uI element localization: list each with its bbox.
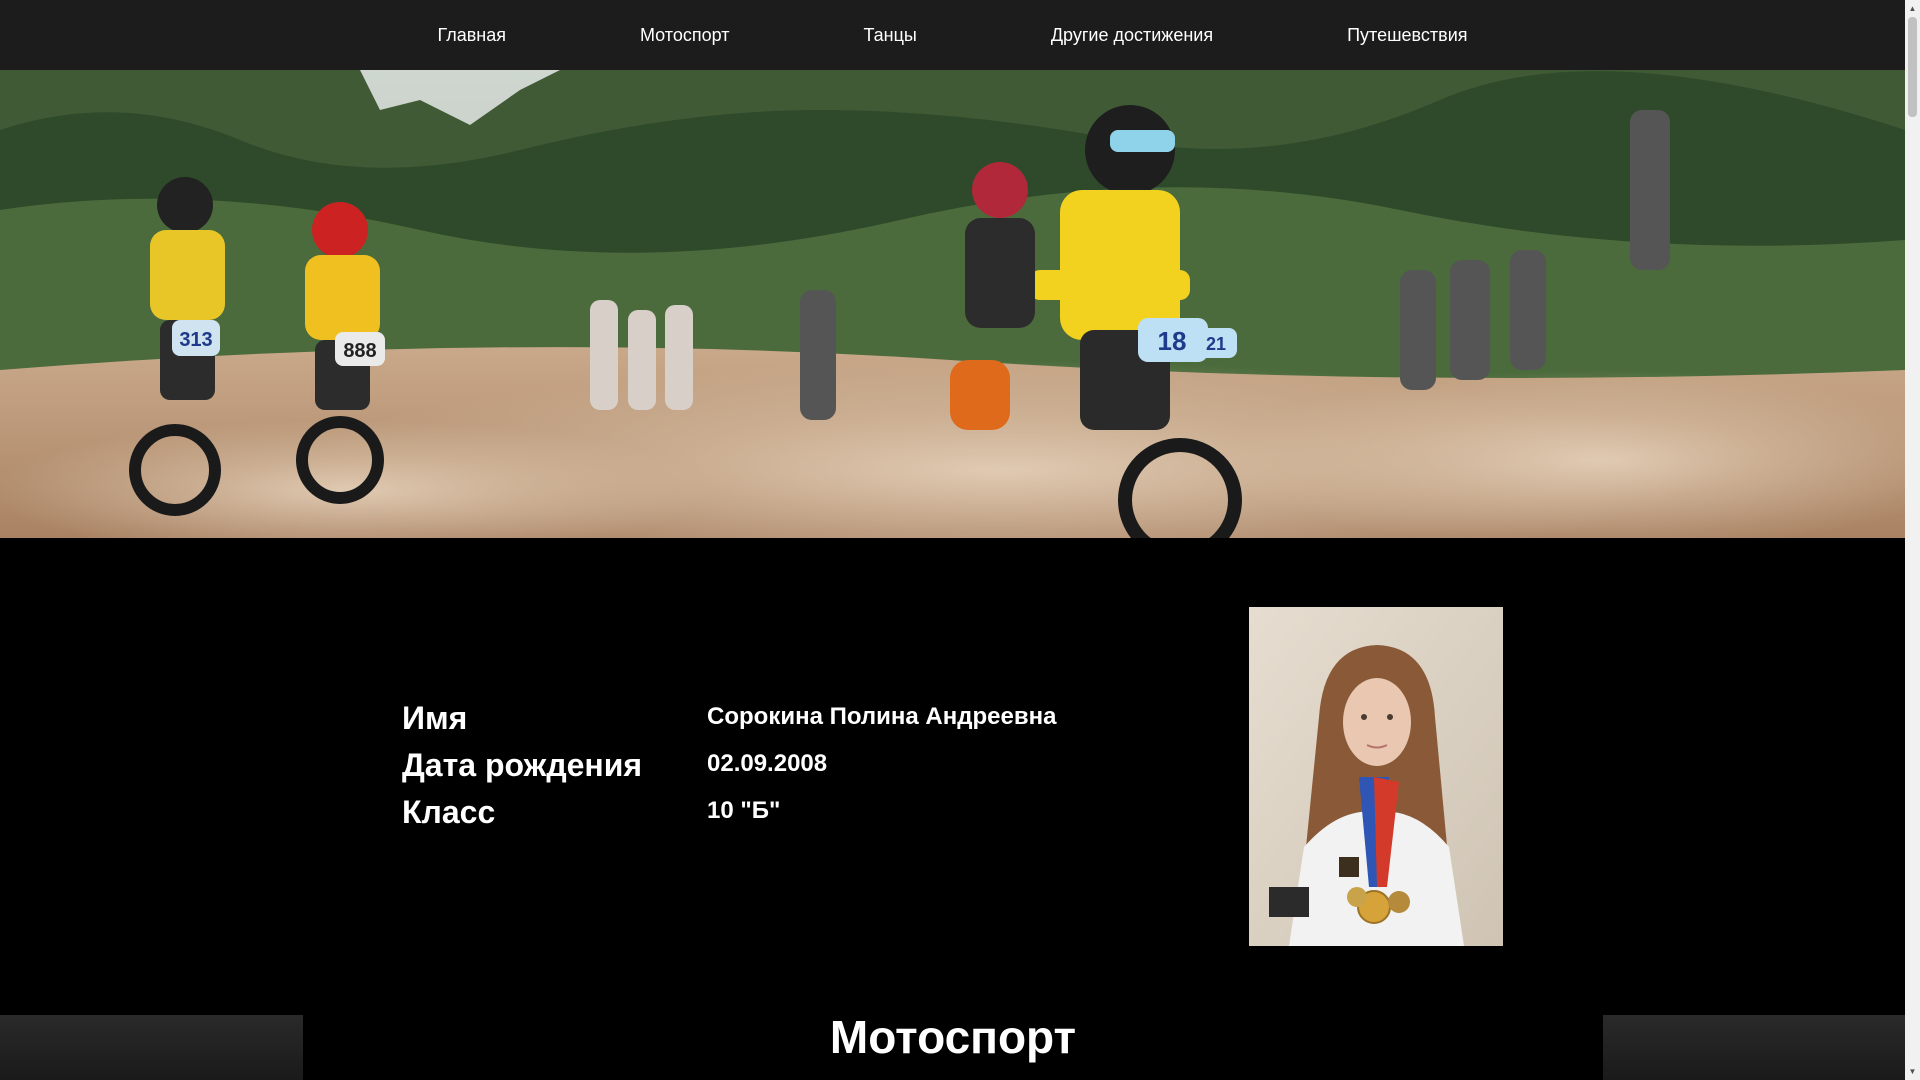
section-side-panel-left [0,1015,303,1080]
section-title-motorsport: Мотоспорт [829,1011,1077,1063]
profile-photo [1249,607,1503,946]
profile-value-class: 10 "Б" [707,797,781,824]
profile-label-class: Класс [402,794,496,830]
nav-link-home[interactable]: Главная [437,25,506,46]
profile-info-table: Имя Сорокина Полина Андреевна Дата рожде… [402,700,1056,841]
profile-value-birthdate: 02.09.2008 [707,750,828,777]
profile-label-name: Имя [402,700,468,736]
nav-link-dance[interactable]: Танцы [863,25,916,46]
triangle-down-icon[interactable]: ▼ [1905,1063,1920,1080]
bib-18: 18 [1158,326,1187,356]
page: Главная Мотоспорт Танцы Другие достижени… [0,0,1905,1080]
profile-value-name: Сорокина Полина Андреевна [707,703,1057,730]
bib-21: 21 [1206,334,1226,354]
section-side-panel-right [1603,1015,1905,1080]
profile-row-name: Имя Сорокина Полина Андреевна [402,700,1056,747]
nav-link-other-achievements[interactable]: Другие достижения [1051,25,1213,46]
bib-313: 313 [179,329,212,351]
profile-row-birthdate: Дата рождения 02.09.2008 [402,747,1056,794]
nav-link-travel[interactable]: Путешевствия [1347,25,1467,46]
vertical-scrollbar[interactable]: ▲ ▼ [1905,0,1920,1080]
top-navigation: Главная Мотоспорт Танцы Другие достижени… [0,0,1905,70]
scrollbar-thumb[interactable] [1908,17,1917,117]
profile-label-birthdate: Дата рождения [402,747,643,783]
bib-888: 888 [343,340,376,362]
profile-row-class: Класс 10 "Б" [402,794,1056,841]
nav-link-motorsport[interactable]: Мотоспорт [640,25,729,46]
hero-image-motocross: 313 888 18 21 [0,70,1905,538]
triangle-up-icon[interactable]: ▲ [1905,0,1920,17]
